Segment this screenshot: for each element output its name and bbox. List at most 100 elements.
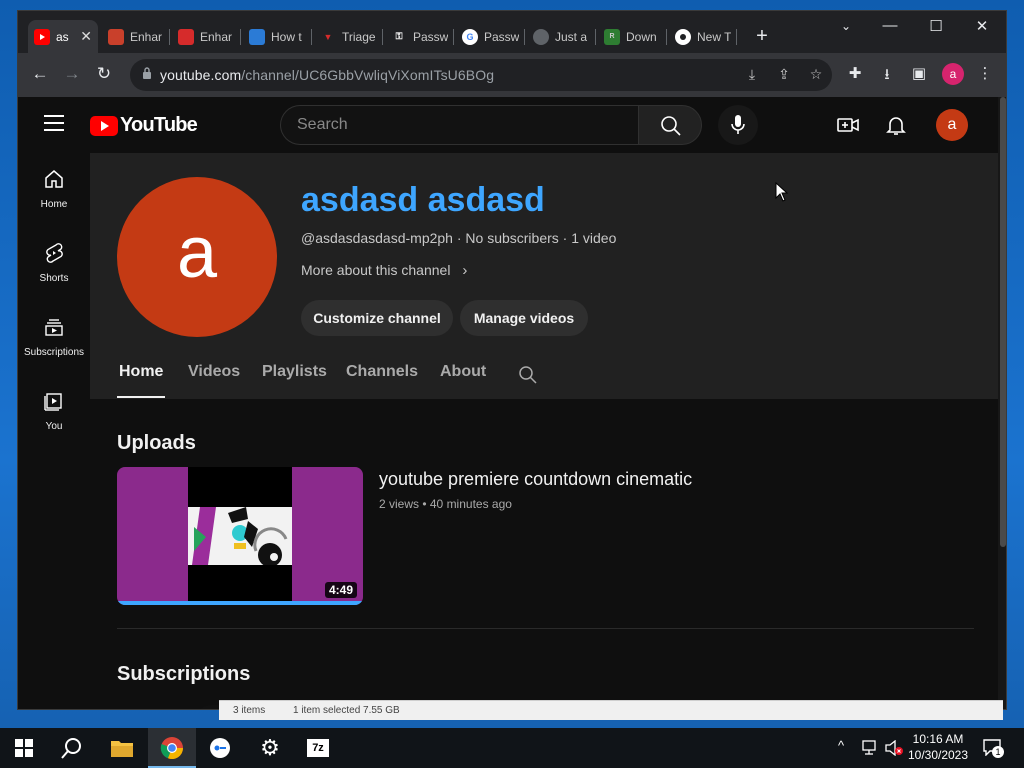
background-explorer-statusbar: 3 items 1 item selected 7.55 GB: [219, 700, 1003, 720]
video-meta: 2 views • 40 minutes ago: [379, 497, 512, 511]
chrome-taskbar-button[interactable]: [148, 728, 196, 768]
tab-new-tab[interactable]: New T: [669, 20, 741, 53]
7zip-icon: 7z: [307, 739, 329, 757]
section-divider: [117, 628, 974, 629]
network-icon[interactable]: [862, 740, 880, 756]
gear-icon: ⚙: [260, 735, 280, 760]
url-path: /channel/UC6GbbVwliqViXomITsU6BOg: [241, 67, 495, 83]
tab-password-1[interactable]: ⚿ Passw: [385, 20, 457, 53]
tab-just-a[interactable]: Just a: [527, 20, 599, 53]
tab-label: Down: [626, 29, 657, 44]
rom-icon: R: [604, 28, 620, 45]
tab-channels[interactable]: Channels: [346, 363, 418, 381]
tab-label: New T: [697, 29, 732, 44]
manage-videos-button[interactable]: Manage videos: [460, 300, 588, 336]
create-video-icon[interactable]: [836, 113, 860, 137]
close-icon[interactable]: ✕: [80, 28, 92, 45]
forward-button[interactable]: →: [60, 64, 84, 84]
search-taskbar-button[interactable]: [48, 728, 96, 768]
search-input[interactable]: [281, 106, 638, 144]
file-explorer-button[interactable]: [98, 728, 146, 768]
customize-channel-button[interactable]: Customize channel: [301, 300, 453, 336]
video-title-link[interactable]: youtube premiere countdown cinematic: [379, 469, 692, 490]
scrollbar-thumb[interactable]: [1000, 97, 1006, 547]
shorts-icon: [46, 243, 63, 263]
start-button[interactable]: [0, 728, 48, 768]
share-icon[interactable]: ⇪: [774, 66, 794, 83]
video-thumbnail[interactable]: 4:49: [117, 467, 363, 605]
volume-muted-icon[interactable]: [884, 740, 904, 756]
lock-icon: [143, 67, 151, 79]
browser-toolbar: ← → ↻ youtube.com/channel/UC6GbbVwliqViX…: [18, 53, 1006, 97]
guide-label: Shorts: [39, 273, 69, 284]
account-avatar[interactable]: a: [936, 109, 968, 141]
windows-taskbar: ⚙ 7z ^ 10:16 AM 10/30/2023 1: [0, 728, 1024, 768]
more-about-channel-link[interactable]: More about this channel ›: [301, 262, 467, 279]
tab-about[interactable]: About: [440, 363, 486, 381]
channel-avatar[interactable]: a: [117, 177, 277, 337]
tab-password-2[interactable]: G Passw: [456, 20, 528, 53]
new-tab-button[interactable]: +: [750, 25, 774, 48]
address-bar[interactable]: youtube.com/channel/UC6GbbVwliqViXomITsU…: [130, 59, 832, 91]
maximize-button[interactable]: ☐: [916, 17, 956, 35]
side-panel-icon[interactable]: ▣: [908, 64, 930, 82]
channel-search-icon[interactable]: [518, 365, 538, 385]
app-taskbar-button[interactable]: [196, 728, 244, 768]
tab-home[interactable]: Home: [119, 363, 163, 381]
guide-item-subscriptions[interactable]: Subscriptions: [18, 301, 90, 375]
tab-videos[interactable]: Videos: [188, 363, 240, 381]
action-center-button[interactable]: 1: [982, 738, 1004, 758]
monitor-icon: [249, 28, 265, 45]
reload-button[interactable]: ↻: [92, 64, 116, 84]
search-icon: [661, 116, 681, 136]
more-menu-icon[interactable]: ⋮: [974, 64, 996, 82]
browser-window: as ✕ Enhar Enhar How t ▼ Triage ⚿ Passw: [17, 10, 1007, 710]
tab-separator: [736, 29, 737, 45]
install-app-icon[interactable]: ⤓: [742, 66, 762, 83]
browser-profile-avatar[interactable]: a: [942, 63, 964, 85]
hamburger-menu-icon[interactable]: [44, 115, 64, 131]
extensions-icon[interactable]: ✚: [844, 64, 866, 82]
tab-strip: as ✕ Enhar Enhar How t ▼ Triage ⚿ Passw: [18, 11, 1006, 53]
tab-label: Enhar: [130, 29, 163, 44]
voice-search-button[interactable]: [718, 105, 758, 145]
page-scrollbar[interactable]: [998, 97, 1006, 709]
tab-download[interactable]: R Down: [598, 20, 670, 53]
guide-item-shorts[interactable]: Shorts: [18, 227, 90, 301]
youtube-page: YouTube Search a Home Shorts Subscriptio…: [18, 97, 1006, 709]
google-icon: G: [462, 28, 478, 45]
guide-item-you[interactable]: You: [18, 375, 90, 449]
youtube-play-icon: [90, 115, 118, 136]
guide-item-home[interactable]: Home: [18, 153, 90, 227]
7zip-taskbar-button[interactable]: 7z: [294, 728, 342, 768]
clock-time: 10:16 AM: [912, 732, 964, 746]
notifications-bell-icon[interactable]: [884, 113, 908, 137]
download-icon[interactable]: ⭳: [876, 64, 898, 89]
tab-separator: [524, 29, 525, 45]
you-icon: [44, 393, 62, 411]
bookmark-star-icon[interactable]: ☆: [806, 66, 826, 83]
back-button[interactable]: ←: [28, 64, 52, 84]
show-hidden-icons-chevron[interactable]: ^: [838, 738, 844, 753]
settings-taskbar-button[interactable]: ⚙: [246, 728, 294, 768]
globe-icon: [533, 28, 549, 45]
system-clock[interactable]: 10:16 AM 10/30/2023: [906, 731, 970, 763]
channel-name: asdasd asdasd: [301, 181, 545, 219]
tab-how-to[interactable]: How t: [243, 20, 315, 53]
tab-enhance-2[interactable]: Enhar: [172, 20, 244, 53]
tab-playlists[interactable]: Playlists: [262, 363, 327, 381]
tab-youtube[interactable]: as ✕: [28, 20, 98, 53]
tab-enhance-1[interactable]: Enhar: [102, 20, 174, 53]
explorer-selection-info: 1 item selected 7.55 GB: [293, 705, 400, 716]
tab-search-icon[interactable]: ⌄: [826, 19, 866, 33]
tab-separator: [311, 29, 312, 45]
close-window-button[interactable]: ✕: [962, 17, 1002, 35]
minimize-button[interactable]: —: [870, 17, 910, 34]
search-button[interactable]: [638, 105, 702, 145]
url-domain: youtube.com: [160, 67, 242, 83]
tab-triage[interactable]: ▼ Triage: [314, 20, 386, 53]
wand-icon: [178, 28, 194, 45]
url-text: youtube.com/channel/UC6GbbVwliqViXomITsU…: [160, 67, 494, 83]
tab-separator: [240, 29, 241, 45]
youtube-logo[interactable]: YouTube: [90, 114, 198, 137]
